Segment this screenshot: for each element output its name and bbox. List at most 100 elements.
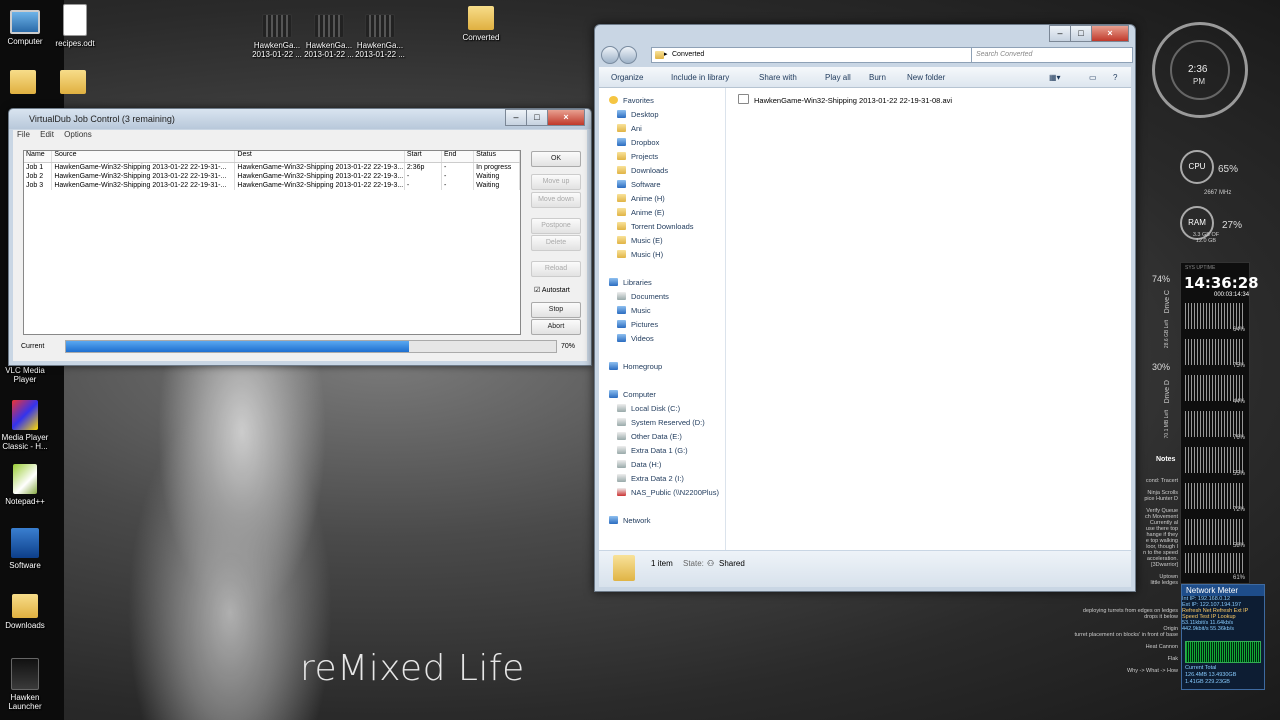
- move-up-button[interactable]: Move up: [531, 174, 581, 190]
- computer-icon: [10, 10, 40, 34]
- share-with-button[interactable]: Share with: [759, 73, 797, 82]
- desktop-icon-hawken[interactable]: Hawken Launcher: [0, 658, 56, 711]
- note-line: little ledges: [1150, 580, 1178, 586]
- column-status[interactable]: Status: [474, 151, 520, 162]
- include-in-library-button[interactable]: Include in library: [671, 73, 729, 82]
- desktop-icon-converted[interactable]: Converted: [450, 6, 512, 42]
- job-row[interactable]: Job 2 HawkenGame-Win32-Shipping 2013-01-…: [24, 172, 520, 181]
- nav-computer[interactable]: Computer: [609, 390, 656, 399]
- video-file-icon: [738, 94, 749, 104]
- file-item[interactable]: HawkenGame-Win32-Shipping 2013-01-22 22-…: [738, 94, 952, 105]
- autostart-checkbox[interactable]: ☑ Autostart: [534, 286, 570, 294]
- abort-button[interactable]: Abort: [531, 319, 581, 335]
- maximize-button[interactable]: □: [526, 109, 548, 126]
- nav-item-documents[interactable]: Documents: [617, 292, 669, 301]
- organize-button[interactable]: Organize: [611, 73, 643, 82]
- nav-libraries[interactable]: Libraries: [609, 278, 652, 287]
- back-button[interactable]: [601, 46, 619, 64]
- job-row[interactable]: Job 3 HawkenGame-Win32-Shipping 2013-01-…: [24, 181, 520, 190]
- column-end[interactable]: End: [442, 151, 475, 162]
- menu-file[interactable]: File: [17, 130, 30, 139]
- nav-item-drive-e[interactable]: Other Data (E:): [617, 432, 682, 441]
- notes-gadget[interactable]: cond: Tracert Ninja Scrolls pice Hunter …: [1110, 478, 1178, 586]
- network-meter-title: Network Meter: [1182, 585, 1264, 596]
- nav-item-downloads[interactable]: Downloads: [617, 166, 668, 175]
- current-total-label: Current Total: [1185, 665, 1217, 671]
- nav-item-music-e[interactable]: Music (E): [617, 236, 663, 245]
- job-name: Job 2: [24, 172, 53, 181]
- desktop-icon-recipes[interactable]: recipes.odt: [44, 4, 106, 48]
- preview-pane-icon[interactable]: ▭: [1089, 73, 1097, 82]
- nav-item-projects[interactable]: Projects: [617, 152, 658, 161]
- reload-button[interactable]: Reload: [531, 261, 581, 277]
- nav-item-drive-i[interactable]: Extra Data 2 (I:): [617, 474, 684, 483]
- desktop-icon-notepadpp[interactable]: Notepad++: [0, 464, 56, 506]
- nav-item-torrent[interactable]: Torrent Downloads: [617, 222, 694, 231]
- nav-item-anime-e[interactable]: Anime (E): [617, 208, 664, 217]
- desktop-icon-label: Software: [9, 561, 41, 570]
- delete-button[interactable]: Delete: [531, 235, 581, 251]
- forward-button[interactable]: [619, 46, 637, 64]
- column-start[interactable]: Start: [405, 151, 442, 162]
- job-row[interactable]: Job 1 HawkenGame-Win32-Shipping 2013-01-…: [24, 163, 520, 172]
- stop-button[interactable]: Stop: [531, 302, 581, 318]
- job-status: Waiting: [474, 172, 520, 181]
- minimize-button[interactable]: –: [1049, 25, 1071, 42]
- play-all-button[interactable]: Play all: [825, 73, 851, 82]
- menu-edit[interactable]: Edit: [40, 130, 54, 139]
- desktop-icon-downloads[interactable]: Downloads: [0, 594, 56, 630]
- drive-d-label: Drive D: [1164, 380, 1171, 404]
- nav-item-drive-d[interactable]: System Reserved (D:): [617, 418, 705, 427]
- column-name[interactable]: Name: [24, 151, 53, 162]
- column-dest[interactable]: Dest: [235, 151, 405, 162]
- nav-label: Ani: [631, 124, 642, 133]
- ok-button[interactable]: OK: [531, 151, 581, 167]
- postpone-button[interactable]: Postpone: [531, 218, 581, 234]
- nav-label: Videos: [631, 334, 654, 343]
- burn-button[interactable]: Burn: [869, 73, 886, 82]
- minimize-button[interactable]: –: [505, 109, 527, 126]
- help-icon[interactable]: ?: [1113, 73, 1117, 82]
- view-options-icon[interactable]: ▦▾: [1049, 73, 1061, 82]
- menu-options[interactable]: Options: [64, 130, 92, 139]
- new-folder-button[interactable]: New folder: [907, 73, 945, 82]
- nav-item-ani[interactable]: Ani: [617, 124, 642, 133]
- nav-item-pictures[interactable]: Pictures: [617, 320, 658, 329]
- nav-item-drive-c[interactable]: Local Disk (C:): [617, 404, 680, 413]
- maximize-button[interactable]: □: [1070, 25, 1092, 42]
- nav-item-videos[interactable]: Videos: [617, 334, 654, 343]
- nav-label: Dropbox: [631, 138, 660, 147]
- desktop-icon-software[interactable]: Software: [0, 528, 56, 570]
- nav-item-dropbox[interactable]: Dropbox: [617, 138, 659, 147]
- desktop-icon-vlc[interactable]: VLC Media Player: [0, 366, 56, 384]
- ram-percent: 27%: [1222, 220, 1243, 231]
- nav-homegroup[interactable]: Homegroup: [609, 362, 662, 371]
- folder-icon: [60, 70, 86, 94]
- address-bar[interactable]: ▸ Converted: [651, 47, 973, 63]
- nav-item-music-h[interactable]: Music (H): [617, 250, 663, 259]
- nav-item-software[interactable]: Software: [617, 180, 661, 189]
- move-down-button[interactable]: Move down: [531, 192, 581, 208]
- breadcrumb[interactable]: Converted: [672, 51, 704, 58]
- desktop-icon-video-3[interactable]: HawkenGa... 2013-01-22 ...: [349, 14, 411, 59]
- vdub-titlebar[interactable]: VirtualDub Job Control (3 remaining) – □…: [9, 109, 591, 129]
- nav-item-music[interactable]: Music: [617, 306, 651, 315]
- nav-item-nas[interactable]: NAS_Public (\\N2200Plus): [617, 488, 719, 497]
- job-list[interactable]: Name Source Dest Start End Status Job 1 …: [23, 150, 521, 335]
- nav-favorites[interactable]: Favorites: [609, 96, 654, 105]
- close-button[interactable]: ×: [547, 109, 585, 126]
- column-source[interactable]: Source: [52, 151, 236, 162]
- nav-item-drive-g[interactable]: Extra Data 1 (G:): [617, 446, 688, 455]
- nav-label: Homegroup: [623, 362, 663, 371]
- close-button[interactable]: ×: [1091, 25, 1129, 42]
- desktop-icon-mpc[interactable]: Media Player Classic - H...: [0, 400, 56, 451]
- uptime-value: 000:03:14:34: [1214, 292, 1250, 298]
- nav-item-anime-h[interactable]: Anime (H): [617, 194, 665, 203]
- notes-gadget-lower[interactable]: deploying turrets from edges on ledges d…: [1050, 608, 1178, 674]
- search-input[interactable]: Search Converted: [971, 47, 1133, 63]
- nav-item-desktop[interactable]: Desktop: [617, 110, 659, 119]
- desktop-icon-folder[interactable]: [42, 70, 104, 97]
- nav-network[interactable]: Network: [609, 516, 651, 525]
- nav-item-drive-h[interactable]: Data (H:): [617, 460, 661, 469]
- folder-icon: [617, 124, 626, 132]
